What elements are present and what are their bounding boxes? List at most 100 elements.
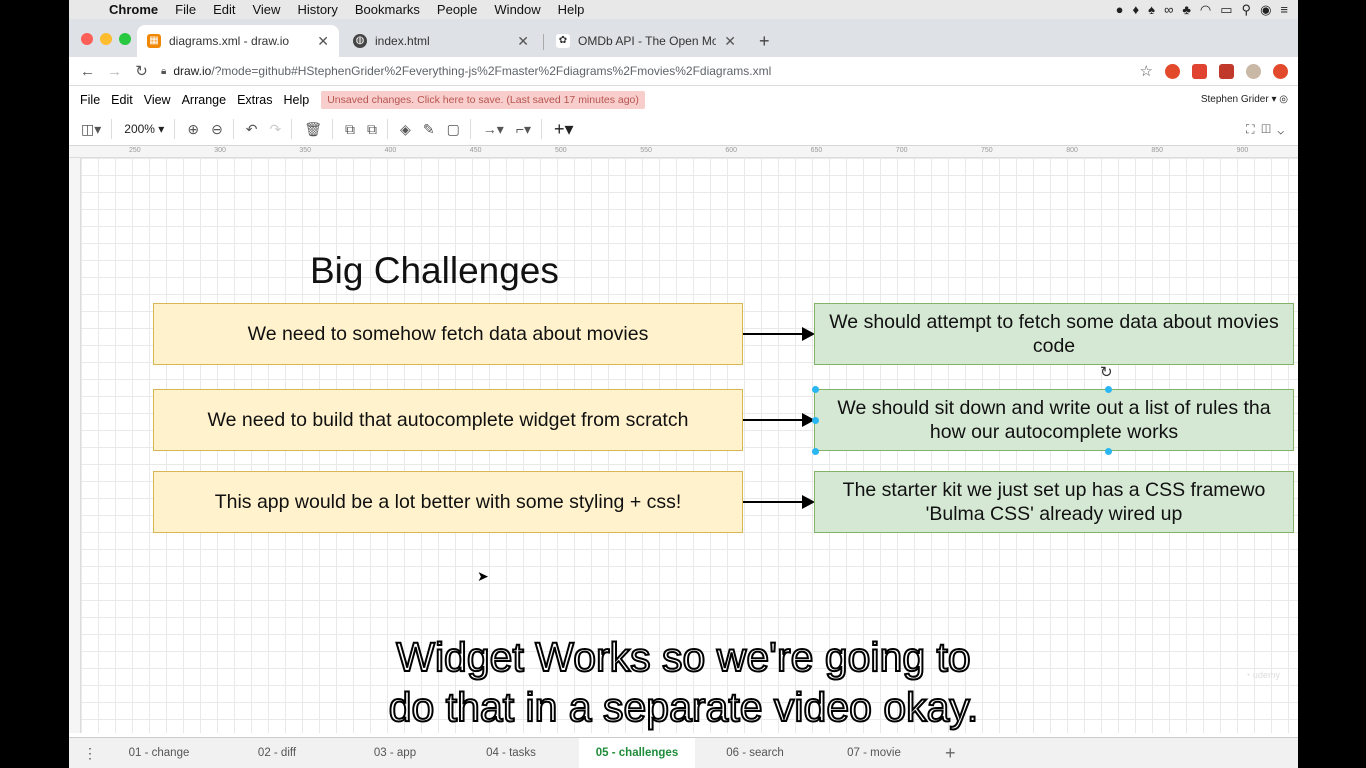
problem-box[interactable]: We need to build that autocomplete widge…	[153, 389, 743, 451]
solution-box[interactable]: The starter kit we just set up has a CSS…	[814, 471, 1294, 533]
mac-menu-history[interactable]: History	[297, 2, 337, 17]
tab-index[interactable]: ◍ index.html ✕	[343, 25, 539, 57]
status-icon[interactable]: ♠	[1148, 2, 1155, 18]
menu-extras[interactable]: Extras	[237, 93, 272, 107]
connector-arrow[interactable]	[743, 413, 815, 427]
solution-box-selected[interactable]: We should sit down and write out a list …	[814, 389, 1294, 451]
menu-edit[interactable]: Edit	[111, 93, 133, 107]
line-color-icon[interactable]: ✎	[423, 121, 435, 138]
page-tab[interactable]: 03 - app	[347, 738, 443, 768]
back-icon[interactable]: ←	[74, 63, 101, 80]
waypoints-icon[interactable]: ⌐▾	[516, 121, 531, 138]
problem-box[interactable]: This app would be a lot better with some…	[153, 471, 743, 533]
spotlight-search-icon[interactable]: ⚲	[1242, 2, 1252, 18]
pages-menu-icon[interactable]: ⋮	[69, 745, 111, 762]
fullscreen-icon[interactable]: ⛶	[1246, 122, 1254, 136]
address-bar-row: ← → ↻ 🔒︎ draw.io/?mode=github#HStephenGr…	[69, 57, 1298, 86]
resize-handle[interactable]	[812, 448, 819, 455]
page-tab-active[interactable]: 05 - challenges	[579, 737, 695, 768]
connector-arrow[interactable]	[743, 495, 815, 509]
ruler-tick-label: 600	[725, 147, 738, 154]
panel-icon[interactable]: ◫	[1261, 122, 1271, 136]
connector-arrow[interactable]	[743, 327, 815, 341]
add-page-button[interactable]: +	[945, 743, 956, 764]
insert-icon[interactable]: +▾	[554, 119, 574, 140]
resize-handle[interactable]	[812, 386, 819, 393]
delete-icon[interactable]: 🗑︎	[304, 121, 322, 138]
mac-menu-view[interactable]: View	[252, 2, 280, 17]
browser-tab-strip: ▦ diagrams.xml - draw.io ✕ ◍ index.html …	[69, 19, 1298, 57]
shadow-icon[interactable]: ▢	[447, 121, 460, 138]
resize-handle[interactable]	[812, 417, 819, 424]
page-tab[interactable]: 06 - search	[695, 738, 815, 768]
reload-icon[interactable]: ↻	[128, 62, 155, 80]
user-name: Stephen Grider	[1200, 94, 1269, 105]
menu-view[interactable]: View	[144, 93, 171, 107]
mac-menu-edit[interactable]: Edit	[213, 2, 235, 17]
extension-icon[interactable]	[1219, 63, 1234, 79]
forward-icon[interactable]: →	[101, 63, 128, 80]
to-back-icon[interactable]: ⧉	[367, 121, 377, 138]
subtitle-line: do that in a separate video okay.	[388, 683, 980, 731]
maximize-window-button[interactable]	[119, 33, 131, 45]
bookmark-star-icon[interactable]: ☆	[1140, 62, 1153, 80]
menu-file[interactable]: File	[80, 93, 100, 107]
format-panel-icon[interactable]: ◫▾	[81, 121, 101, 138]
mac-menu-window[interactable]: Window	[494, 2, 540, 17]
ruler-tick-label: 400	[384, 147, 397, 154]
resize-handle[interactable]	[1105, 386, 1112, 393]
page-tab[interactable]: 07 - movie	[815, 738, 933, 768]
close-tab-icon[interactable]: ✕	[517, 33, 529, 50]
redo-icon[interactable]: ↷	[270, 121, 282, 138]
avatar[interactable]	[1246, 63, 1261, 79]
close-tab-icon[interactable]: ✕	[724, 33, 736, 50]
menu-arrange[interactable]: Arrange	[182, 93, 226, 107]
collapse-icon[interactable]: ⌄	[1278, 122, 1284, 136]
tab-diagrams[interactable]: ▦ diagrams.xml - draw.io ✕	[137, 25, 339, 57]
new-tab-button[interactable]: +	[759, 31, 770, 52]
fill-color-icon[interactable]: ◈	[400, 121, 411, 138]
extension-icon[interactable]	[1165, 63, 1180, 79]
notification-center-icon[interactable]: ≡	[1280, 2, 1288, 18]
tab-title: diagrams.xml - draw.io	[169, 34, 290, 48]
mac-menu-help[interactable]: Help	[558, 2, 585, 17]
menubar-status-icons: ● ♦ ♠ ∞ ♣ ◠ ▭ ⚲ ◉ ≡	[1116, 2, 1298, 18]
page-tab[interactable]: 02 - diff	[207, 738, 347, 768]
zoom-in-icon[interactable]: ⊕	[187, 121, 199, 138]
siri-icon[interactable]: ◉	[1260, 2, 1271, 18]
mac-menu-app[interactable]: Chrome	[109, 2, 158, 17]
zoom-select[interactable]: 200% ▾	[124, 122, 164, 136]
unsaved-changes-banner[interactable]: Unsaved changes. Click here to save. (La…	[321, 90, 645, 109]
status-icon[interactable]: ♣	[1182, 2, 1191, 18]
mac-menu-people[interactable]: People	[437, 2, 477, 17]
status-icon[interactable]: ♦	[1133, 2, 1140, 18]
battery-icon[interactable]: ▭	[1220, 2, 1232, 18]
url-field[interactable]: 🔒︎ draw.io/?mode=github#HStephenGrider%2…	[161, 64, 771, 78]
tab-omdb[interactable]: ✿ OMDb API - The Open Movie D ✕	[546, 25, 746, 57]
zoom-out-icon[interactable]: ⊖	[211, 121, 223, 138]
mac-menu-file[interactable]: File	[175, 2, 196, 17]
user-menu[interactable]: Stephen Grider ▾ ◎	[1201, 94, 1298, 105]
resize-handle[interactable]	[1105, 448, 1112, 455]
solution-box[interactable]: We should attempt to fetch some data abo…	[814, 303, 1294, 365]
undo-icon[interactable]: ↶	[246, 121, 258, 138]
page-tab[interactable]: 04 - tasks	[443, 738, 579, 768]
wifi-icon[interactable]: ◠	[1200, 2, 1211, 18]
diagram-title[interactable]: Big Challenges	[310, 250, 559, 292]
status-icon[interactable]: ●	[1116, 2, 1124, 18]
menu-help[interactable]: Help	[284, 93, 310, 107]
mac-menu-bookmarks[interactable]: Bookmarks	[355, 2, 420, 17]
rotate-handle-icon[interactable]: ↻	[1100, 363, 1113, 381]
minimize-window-button[interactable]	[100, 33, 112, 45]
connection-icon[interactable]: →▾	[483, 121, 504, 138]
extension-icon[interactable]	[1192, 63, 1207, 79]
update-icon[interactable]	[1273, 63, 1288, 79]
glasses-icon[interactable]: ∞	[1164, 2, 1173, 18]
to-front-icon[interactable]: ⧉	[345, 121, 355, 138]
close-tab-icon[interactable]: ✕	[317, 33, 329, 50]
solution-line: The starter kit we just set up has a CSS…	[842, 479, 1266, 501]
close-window-button[interactable]	[81, 33, 93, 45]
ruler-tick-label: 500	[555, 147, 567, 154]
page-tab[interactable]: 01 - change	[111, 738, 207, 768]
problem-box[interactable]: We need to somehow fetch data about movi…	[153, 303, 743, 365]
